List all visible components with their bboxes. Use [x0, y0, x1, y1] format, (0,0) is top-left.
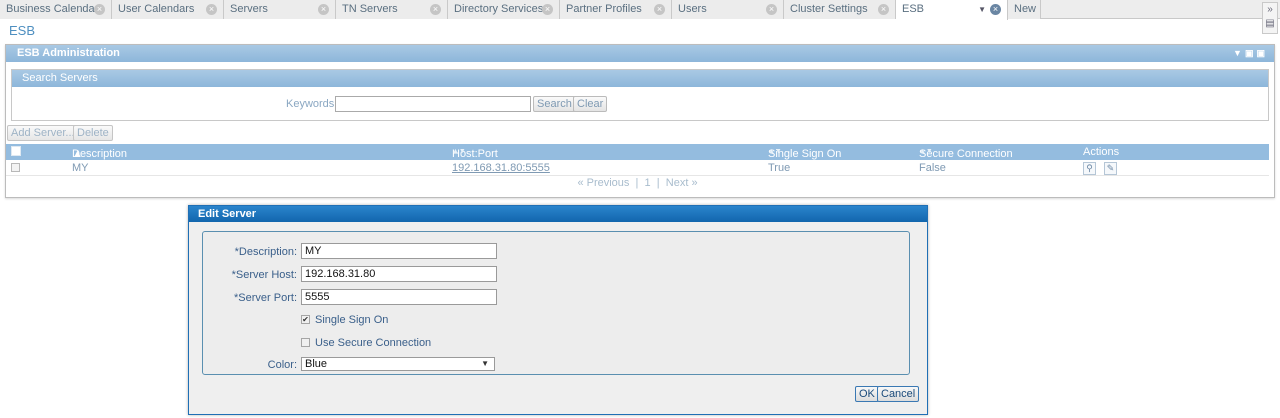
close-icon[interactable]: ×	[654, 4, 665, 15]
tab-label: Cluster Settings	[790, 3, 868, 15]
close-icon[interactable]: ×	[94, 4, 105, 15]
pager-next[interactable]: Next »	[666, 177, 698, 189]
tab-business-calendars[interactable]: Business Calendars ×	[0, 0, 112, 19]
description-field[interactable]: MY	[301, 243, 497, 259]
cancel-button[interactable]: Cancel	[877, 386, 920, 402]
dialog-title: Edit Server	[189, 206, 927, 222]
close-icon[interactable]: ×	[766, 4, 777, 15]
cell-host-port-link[interactable]: 192.168.31.80:5555	[452, 162, 550, 174]
color-label: Color:	[267, 359, 297, 371]
server-port-field[interactable]: 5555	[301, 289, 497, 305]
single-sign-on-checkbox[interactable]: ✔	[301, 315, 310, 324]
tab-label: User Calendars	[118, 3, 195, 15]
server-host-label: *Server Host:	[231, 269, 297, 281]
tab-user-calendars[interactable]: User Calendars ×	[112, 0, 224, 19]
clear-button[interactable]: Clear	[573, 96, 608, 112]
tab-esb[interactable]: ESB ▼ ×	[896, 0, 1008, 20]
table-header: Description ▲ Host:Port ▲▼ Single Sign On…	[6, 144, 1269, 160]
close-icon[interactable]: ×	[878, 4, 889, 15]
tab-bar: Business Calendars × User Calendars × Se…	[0, 0, 1280, 34]
maximize-icon[interactable]: ▣	[1256, 48, 1268, 58]
cell-description: MY	[72, 162, 89, 174]
close-icon[interactable]: ×	[430, 4, 441, 15]
keywords-input[interactable]	[335, 96, 531, 112]
view-magnifier-icon[interactable]: ⚲	[1083, 162, 1096, 175]
sort-icon: ▲▼	[919, 148, 933, 155]
tab-label: Business Calendars	[6, 3, 104, 15]
tab-label: New	[1014, 3, 1037, 15]
table-row[interactable]: MY 192.168.31.80:5555 True False ⚲ ✎	[6, 160, 1269, 176]
close-icon[interactable]: ×	[206, 4, 217, 15]
tab-cluster-settings[interactable]: Cluster Settings ×	[784, 0, 896, 19]
panel-tools: ▼▣▣	[1233, 45, 1268, 62]
servers-table: Description ▲ Host:Port ▲▼ Single Sign On…	[6, 144, 1269, 189]
tab-label: ESB	[902, 3, 925, 15]
edit-server-form: *Description: MY *Server Host: 192.168.3…	[202, 231, 910, 375]
server-port-label: *Server Port:	[234, 292, 297, 304]
pager-page[interactable]: 1	[645, 177, 651, 189]
keywords-label: Keywords:	[286, 98, 338, 110]
edit-pencil-icon[interactable]: ✎	[1104, 162, 1117, 175]
tab-label: Partner Profiles	[566, 3, 642, 15]
pager-separator: |	[635, 177, 639, 189]
cell-secure-connection: False	[919, 162, 946, 174]
pager: « Previous | 1 | Next »	[6, 177, 1269, 189]
use-secure-connection-label: Use Secure Connection	[315, 337, 432, 349]
sort-icon: ▲▼	[768, 148, 782, 155]
single-sign-on-label: Single Sign On	[315, 314, 389, 326]
ok-button[interactable]: OK	[855, 386, 879, 402]
search-title: Search Servers	[12, 70, 1268, 87]
double-chevron-right-icon[interactable]: »	[1263, 3, 1277, 17]
tab-scroll-controls[interactable]: » ▤	[1262, 2, 1278, 34]
sort-icon: ▲▼	[452, 148, 466, 155]
esb-administration-panel: ESB Administration ▼▣▣ Search Servers Ke…	[5, 44, 1275, 198]
use-secure-connection-checkbox[interactable]	[301, 338, 310, 347]
tab-label: Servers	[230, 3, 268, 15]
add-server-button[interactable]: Add Server...	[7, 125, 79, 141]
pager-separator: |	[656, 177, 660, 189]
chevron-down-icon: ▼	[481, 359, 489, 368]
tab-label: TN Servers	[342, 3, 398, 15]
color-select[interactable]: Blue ▼	[301, 357, 495, 371]
color-select-value: Blue	[305, 358, 328, 370]
close-icon[interactable]: ×	[542, 4, 553, 15]
list-icon[interactable]: ▤	[1263, 17, 1277, 31]
checkmark-icon: ✔	[302, 315, 309, 324]
chevron-down-icon[interactable]: ▼	[1233, 48, 1245, 58]
tab-label: Directory Services	[454, 3, 544, 15]
chevron-down-icon[interactable]: ▼	[978, 0, 986, 19]
close-icon[interactable]: ×	[990, 4, 1001, 15]
cell-single-sign-on: True	[768, 162, 791, 174]
row-checkbox[interactable]	[11, 163, 20, 172]
search-button[interactable]: Search	[533, 96, 576, 112]
delete-button[interactable]: Delete	[73, 125, 113, 141]
tab-new[interactable]: New	[1008, 0, 1041, 19]
pager-previous[interactable]: « Previous	[577, 177, 629, 189]
column-actions: Actions	[1083, 146, 1120, 158]
select-all-icon[interactable]	[11, 146, 21, 156]
tab-users[interactable]: Users ×	[672, 0, 784, 19]
page-title: ESB	[9, 23, 36, 38]
tab-servers[interactable]: Servers ×	[224, 0, 336, 19]
tab-partner-profiles[interactable]: Partner Profiles ×	[560, 0, 672, 19]
description-label: *Description:	[234, 246, 297, 258]
search-servers-box: Search Servers Keywords: Search Clear	[11, 69, 1269, 121]
close-icon[interactable]: ×	[318, 4, 329, 15]
panel-title: ESB Administration	[17, 47, 120, 59]
tab-tn-servers[interactable]: TN Servers ×	[336, 0, 448, 19]
edit-server-dialog: Edit Server *Description: MY *Server Hos…	[188, 205, 928, 415]
tab-label: Users	[678, 3, 707, 15]
panel-header: ESB Administration ▼▣▣	[6, 45, 1274, 62]
minimize-icon[interactable]: ▣	[1245, 48, 1257, 58]
server-host-field[interactable]: 192.168.31.80	[301, 266, 497, 282]
sort-asc-icon: ▲	[72, 148, 83, 160]
tab-directory-services[interactable]: Directory Services ×	[448, 0, 560, 19]
